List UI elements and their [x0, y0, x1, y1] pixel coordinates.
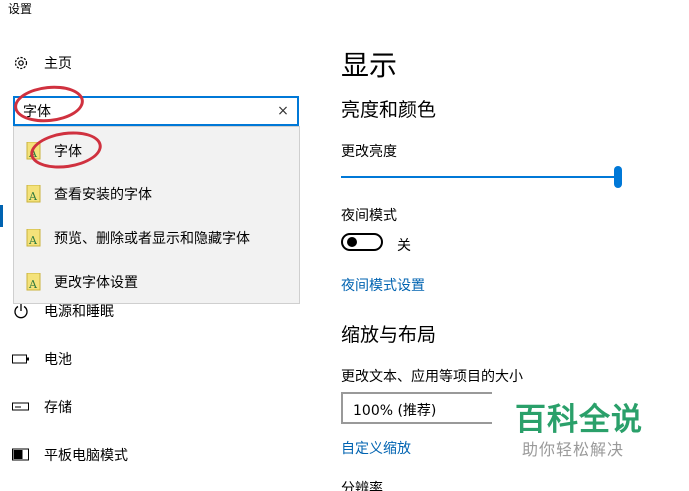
brightness-slider-thumb[interactable]: [614, 166, 622, 188]
font-settings-icon: A: [26, 273, 41, 291]
settings-window: 设置 主页 × A 字体 A 查看安装的字体: [0, 0, 689, 491]
active-indicator: [0, 205, 3, 227]
window-title: 设置: [8, 2, 33, 16]
gear-icon: [12, 54, 30, 72]
resolution-label: 分辨率: [341, 481, 383, 491]
toggle-knob: [347, 237, 357, 247]
suggestion-item[interactable]: A 查看安装的字体: [14, 174, 299, 214]
brightness-label: 更改亮度: [341, 144, 397, 160]
night-mode-label: 夜间模式: [341, 208, 397, 224]
sidebar-item-power[interactable]: 电源和睡眠: [12, 299, 114, 323]
storage-icon: [12, 398, 30, 416]
sidebar-item-battery[interactable]: 电池: [12, 347, 72, 371]
font-settings-icon: A: [26, 229, 41, 247]
sidebar-item-label: 主页: [44, 56, 72, 72]
suggestion-label: 预览、删除或者显示和隐藏字体: [54, 231, 250, 247]
scale-dropdown[interactable]: 100% (推荐): [341, 392, 493, 424]
night-mode-toggle[interactable]: [341, 233, 383, 251]
suggestion-item[interactable]: A 预览、删除或者显示和隐藏字体: [14, 218, 299, 258]
section-heading-scale: 缩放与布局: [341, 324, 437, 346]
font-settings-icon: A: [26, 185, 41, 203]
svg-text:A: A: [28, 190, 38, 203]
close-icon[interactable]: ×: [275, 102, 291, 120]
sidebar-item-storage[interactable]: 存储: [12, 395, 72, 419]
tablet-icon: [12, 446, 30, 464]
sidebar-item-label: 电池: [44, 352, 72, 368]
sidebar-item-label: 电源和睡眠: [44, 304, 114, 320]
sidebar-item-label: 平板电脑模式: [44, 448, 128, 464]
suggestion-label: 查看安装的字体: [54, 187, 152, 203]
night-mode-settings-link[interactable]: 夜间模式设置: [341, 275, 425, 295]
suggestion-label: 更改字体设置: [54, 275, 138, 291]
svg-text:A: A: [28, 234, 38, 247]
watermark-title: 百科全说: [515, 402, 643, 438]
suggestion-item[interactable]: A 更改字体设置: [14, 262, 299, 302]
power-icon: [12, 302, 30, 320]
battery-icon: [12, 350, 30, 368]
svg-text:A: A: [28, 278, 38, 291]
sidebar-item-label: 存储: [44, 400, 72, 416]
section-heading-brightness: 亮度和颜色: [341, 99, 437, 121]
custom-scale-link[interactable]: 自定义缩放: [341, 438, 411, 458]
scale-dropdown-value: 100% (推荐): [353, 403, 437, 419]
night-mode-state: 关: [397, 238, 411, 254]
watermark-subtitle: 助你轻松解决: [522, 440, 625, 459]
page-title: 显示: [341, 49, 398, 82]
scale-label: 更改文本、应用等项目的大小: [341, 369, 523, 385]
brightness-slider-track[interactable]: [341, 176, 619, 178]
sidebar-item-tablet[interactable]: 平板电脑模式: [12, 443, 128, 467]
sidebar-item-home[interactable]: 主页: [12, 51, 72, 75]
